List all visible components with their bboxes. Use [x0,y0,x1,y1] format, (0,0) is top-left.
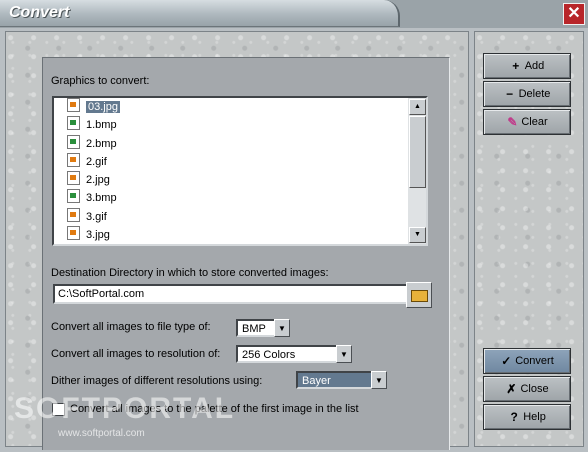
list-item-label: 2.gif [86,155,107,168]
clear-button[interactable]: ✎ Clear [483,109,571,135]
add-button-label: Add [524,60,545,72]
list-item-label: 3.bmp [86,192,117,205]
chevron-down-icon[interactable]: ▼ [336,345,352,363]
list-item-label: 2.jpg [86,174,110,187]
delete-button-label: Delete [518,88,551,100]
close-button[interactable]: ✗ Close [483,376,571,402]
question-icon: ? [510,410,518,424]
graphics-label: Graphics to convert: [51,75,150,87]
list-item-label: 1.bmp [86,119,117,132]
title-tab: Convert [0,0,400,27]
browse-folder-button[interactable] [406,282,432,308]
jpg-file-icon [67,98,80,112]
bmp-file-icon [67,134,80,149]
list-item-label: 3.gif [86,210,107,223]
list-item[interactable]: 3.jpg [54,226,406,244]
eraser-icon: ✎ [507,115,518,129]
clear-button-label: Clear [521,116,548,128]
list-item[interactable]: 2.bmp [54,134,406,153]
scroll-down-button[interactable]: ▼ [409,227,426,243]
list-scrollbar[interactable]: ▲ ▼ [408,98,426,244]
plus-icon: + [512,59,520,73]
list-item[interactable]: 2.gif [54,152,406,171]
list-item[interactable]: 03.jpg [54,98,406,116]
help-button-label: Help [523,411,546,423]
help-button[interactable]: ? Help [483,404,571,430]
file-list[interactable]: 03.jpg 1.bmp 2.bmp 2.gif 2.jpg 3.bmp 3.gif 3.jp… [52,96,428,246]
file-type-label: Convert all images to file type of: [51,321,211,333]
file-list-items: 03.jpg 1.bmp 2.bmp 2.gif 2.jpg 3.bmp 3.gif 3.jp… [54,98,406,244]
jpg-file-icon [67,226,80,241]
list-item[interactable]: 2.jpg [54,171,406,189]
bmp-file-icon [67,189,80,204]
x-icon: ✗ [506,382,517,396]
dither-select[interactable]: Bayer ▼ [296,371,387,389]
window-title: Convert [9,4,70,21]
bmp-file-icon [67,116,80,131]
minus-icon: − [506,87,514,101]
close-icon[interactable]: ✕ [563,3,585,25]
watermark-url: www.softportal.com [58,428,145,439]
list-item-label: 03.jpg [86,101,120,113]
list-item-label: 3.jpg [86,229,110,242]
delete-button[interactable]: − Delete [483,81,571,107]
chevron-down-icon[interactable]: ▼ [274,319,290,337]
list-item[interactable]: 3.bmp [54,189,406,207]
add-button[interactable]: + Add [483,53,571,79]
resolution-label: Convert all images to resolution of: [51,348,221,360]
scroll-up-button[interactable]: ▲ [409,99,426,115]
destination-input[interactable]: C:\SoftPortal.com [53,284,409,304]
folder-icon [411,290,428,302]
destination-label: Destination Directory in which to store … [51,267,329,279]
resolution-select[interactable]: 256 Colors ▼ [236,345,352,363]
scroll-thumb[interactable] [409,116,426,188]
resolution-value: 256 Colors [236,345,336,363]
dither-label: Dither images of different resolutions u… [51,375,263,387]
gif-file-icon [67,207,80,222]
chevron-down-icon[interactable]: ▼ [371,371,387,389]
list-item[interactable]: 1.bmp [54,116,406,134]
dither-value: Bayer [296,371,371,389]
list-item[interactable]: 3.gif [54,207,406,226]
jpg-file-icon [67,171,80,186]
title-bar: Convert ✕ [0,0,588,28]
close-button-label: Close [520,383,549,395]
list-item-label: 2.bmp [86,137,117,150]
watermark-logo: SOFTPORTAL [14,392,236,425]
convert-button[interactable]: ✓ Convert [483,348,571,374]
gif-file-icon [67,152,80,167]
file-type-value: BMP [236,319,274,337]
convert-button-label: Convert [515,355,554,367]
checkmark-icon: ✓ [501,354,512,368]
file-type-select[interactable]: BMP ▼ [236,319,290,337]
